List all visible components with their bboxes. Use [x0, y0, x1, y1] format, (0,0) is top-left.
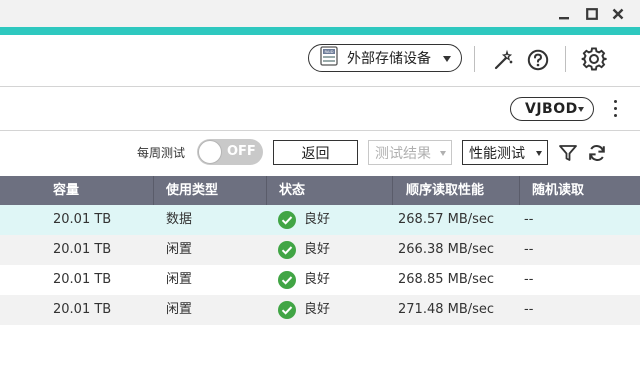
table-header: 容量 使用类型 状态 顺序读取性能 随机读取 [0, 176, 640, 205]
header-status[interactable]: 状态 [279, 176, 305, 205]
chevron-down-icon [578, 107, 584, 112]
accent-bar [0, 27, 640, 35]
cell-capacity: 20.01 TB [53, 242, 112, 257]
maximize-icon[interactable] [584, 6, 600, 22]
header-capacity[interactable]: 容量 [53, 176, 79, 205]
check-circle-icon [278, 211, 296, 229]
header-random-read[interactable]: 随机读取 [532, 176, 584, 205]
raid-drive-icon: RAID [319, 46, 339, 70]
window-titlebar [0, 0, 640, 27]
column-divider [153, 176, 154, 205]
cell-usage-type: 数据 [166, 212, 193, 227]
toggle-knob [198, 140, 222, 164]
column-divider [266, 176, 267, 205]
more-vertical-icon[interactable] [612, 100, 618, 118]
minimize-icon[interactable] [556, 6, 572, 22]
chevron-down-icon [443, 56, 451, 62]
cell-random-read: -- [524, 272, 534, 287]
table-row[interactable]: 20.01 TB 闲置 良好 271.48 MB/sec -- [0, 295, 640, 325]
cell-random-read: -- [524, 212, 534, 227]
device-select-value: VJBOD [525, 101, 578, 117]
performance-test-select[interactable]: 性能测试 [462, 140, 548, 165]
cell-status: 良好 [304, 242, 331, 257]
cell-seq-read: 268.85 MB/sec [398, 272, 495, 287]
column-divider [392, 176, 393, 205]
cell-capacity: 20.01 TB [53, 212, 112, 227]
performance-test-label: 性能测试 [469, 145, 525, 162]
filter-icon[interactable] [557, 142, 579, 164]
cell-status: 良好 [304, 212, 331, 227]
help-icon[interactable] [526, 48, 550, 72]
cell-random-read: -- [524, 302, 534, 317]
cell-capacity: 20.01 TB [53, 272, 112, 287]
cell-seq-read: 266.38 MB/sec [398, 242, 495, 257]
toggle-state-label: OFF [227, 144, 256, 159]
wand-icon[interactable] [492, 48, 516, 72]
table-row[interactable]: 20.01 TB 数据 良好 268.57 MB/sec -- [0, 205, 640, 235]
cell-status: 良好 [304, 302, 331, 317]
section-divider [0, 130, 640, 131]
table-row[interactable]: 20.01 TB 闲置 良好 268.85 MB/sec -- [0, 265, 640, 295]
device-select[interactable]: VJBOD [510, 97, 594, 121]
cell-random-read: -- [524, 242, 534, 257]
refresh-icon[interactable] [586, 142, 608, 164]
performance-table: 容量 使用类型 状态 顺序读取性能 随机读取 20.01 TB 数据 良好 26… [0, 176, 640, 325]
chevron-down-icon [536, 151, 542, 156]
test-results-label: 测试结果 [375, 145, 431, 162]
toolbar-divider [565, 46, 566, 72]
check-circle-icon [278, 241, 296, 259]
external-storage-button[interactable]: RAID 外部存储设备 [308, 44, 462, 72]
close-icon[interactable] [610, 6, 626, 22]
weekly-test-toggle[interactable]: OFF [197, 139, 263, 165]
chevron-down-icon [440, 151, 446, 156]
header-usage-type[interactable]: 使用类型 [166, 176, 218, 205]
cell-usage-type: 闲置 [166, 302, 193, 317]
back-button[interactable]: 返回 [273, 140, 358, 165]
weekly-test-label: 每周测试 [137, 146, 186, 160]
toolbar-divider [474, 46, 475, 72]
cell-usage-type: 闲置 [166, 272, 193, 287]
column-divider [519, 176, 520, 205]
toolbar-divider-horizontal [0, 86, 640, 87]
table-row[interactable]: 20.01 TB 闲置 良好 266.38 MB/sec -- [0, 235, 640, 265]
cell-capacity: 20.01 TB [53, 302, 112, 317]
cell-usage-type: 闲置 [166, 242, 193, 257]
header-seq-read[interactable]: 顺序读取性能 [406, 176, 484, 205]
svg-text:RAID: RAID [324, 49, 333, 54]
external-storage-label: 外部存储设备 [347, 51, 431, 67]
check-circle-icon [278, 301, 296, 319]
cell-seq-read: 271.48 MB/sec [398, 302, 495, 317]
cell-seq-read: 268.57 MB/sec [398, 212, 495, 227]
check-circle-icon [278, 271, 296, 289]
cell-status: 良好 [304, 272, 331, 287]
test-results-select: 测试结果 [368, 140, 452, 165]
gear-icon[interactable] [581, 46, 607, 72]
